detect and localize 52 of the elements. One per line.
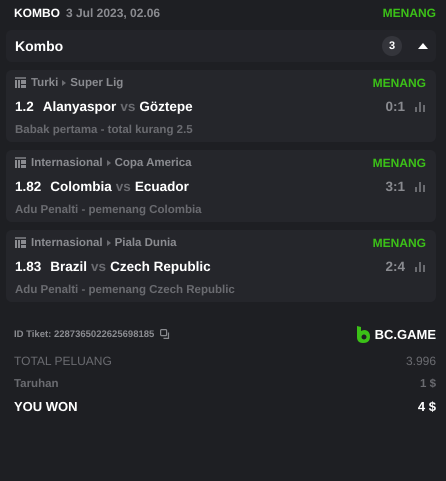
- odds-value: 1.83: [15, 259, 42, 274]
- odds-value: 1.82: [15, 179, 42, 194]
- team-name: Czech Republic: [110, 259, 211, 274]
- stats-icon[interactable]: [415, 262, 426, 272]
- logo-icon: [356, 326, 370, 342]
- bet-type: KOMBO: [14, 6, 60, 20]
- score-value: 0:1: [385, 99, 405, 114]
- chevron-icon: [106, 160, 111, 166]
- odds-value: 1.2: [15, 99, 34, 114]
- total-label: TOTAL PELUANG: [14, 354, 112, 368]
- status-label: MENANG: [372, 76, 426, 90]
- chevron-icon: [106, 240, 111, 246]
- league-name: Copa America: [114, 157, 192, 169]
- count-badge: 3: [382, 36, 402, 56]
- market-text: Babak pertama - total kurang 2.5: [15, 124, 194, 136]
- team-name: Göztepe: [139, 99, 193, 114]
- group-header[interactable]: Kombo 3: [6, 30, 436, 62]
- status-label: MENANG: [372, 236, 426, 250]
- league-name: Piala Dunia: [114, 237, 177, 249]
- chevron-icon: [62, 80, 66, 86]
- total-value: 3.996: [406, 354, 436, 368]
- total-value: 1 $: [420, 378, 436, 390]
- stats-icon[interactable]: [415, 182, 426, 192]
- total-label: YOU WON: [14, 399, 78, 414]
- market-text: Adu Penalti - pemenang Czech Republic: [15, 284, 236, 296]
- league-icon: [15, 77, 27, 89]
- team-name: Colombia: [50, 179, 112, 194]
- brand-name: BC.GAME: [374, 326, 436, 342]
- country-name: Turki: [31, 77, 58, 89]
- status-label: MENANG: [382, 6, 436, 20]
- team-name: Brazil: [50, 259, 88, 274]
- score-value: 2:4: [385, 259, 405, 274]
- status-label: MENANG: [372, 156, 426, 170]
- total-value: 4 $: [418, 399, 436, 414]
- league-icon: [15, 157, 27, 169]
- league-icon: [15, 237, 27, 249]
- copy-icon[interactable]: [160, 328, 172, 340]
- market-text: Adu Penalti - pemenang Colombia: [15, 204, 203, 216]
- team-name: Alanyaspor: [42, 99, 116, 114]
- league-name: Super Lig: [70, 77, 124, 89]
- score-value: 3:1: [385, 179, 405, 194]
- vs-label: vs: [120, 99, 136, 114]
- vs-label: vs: [116, 179, 131, 194]
- country-name: Internasional: [31, 237, 103, 249]
- team-name: Ecuador: [134, 179, 189, 194]
- stats-icon[interactable]: [415, 102, 426, 112]
- country-name: Internasional: [31, 157, 103, 169]
- ticket-id: ID Tiket: 2287365022625698185: [14, 328, 154, 340]
- bet-date: 3 Jul 2023, 02.06: [66, 6, 160, 20]
- vs-label: vs: [91, 259, 106, 274]
- group-title: Kombo: [15, 38, 64, 54]
- total-label: Taruhan: [14, 378, 59, 390]
